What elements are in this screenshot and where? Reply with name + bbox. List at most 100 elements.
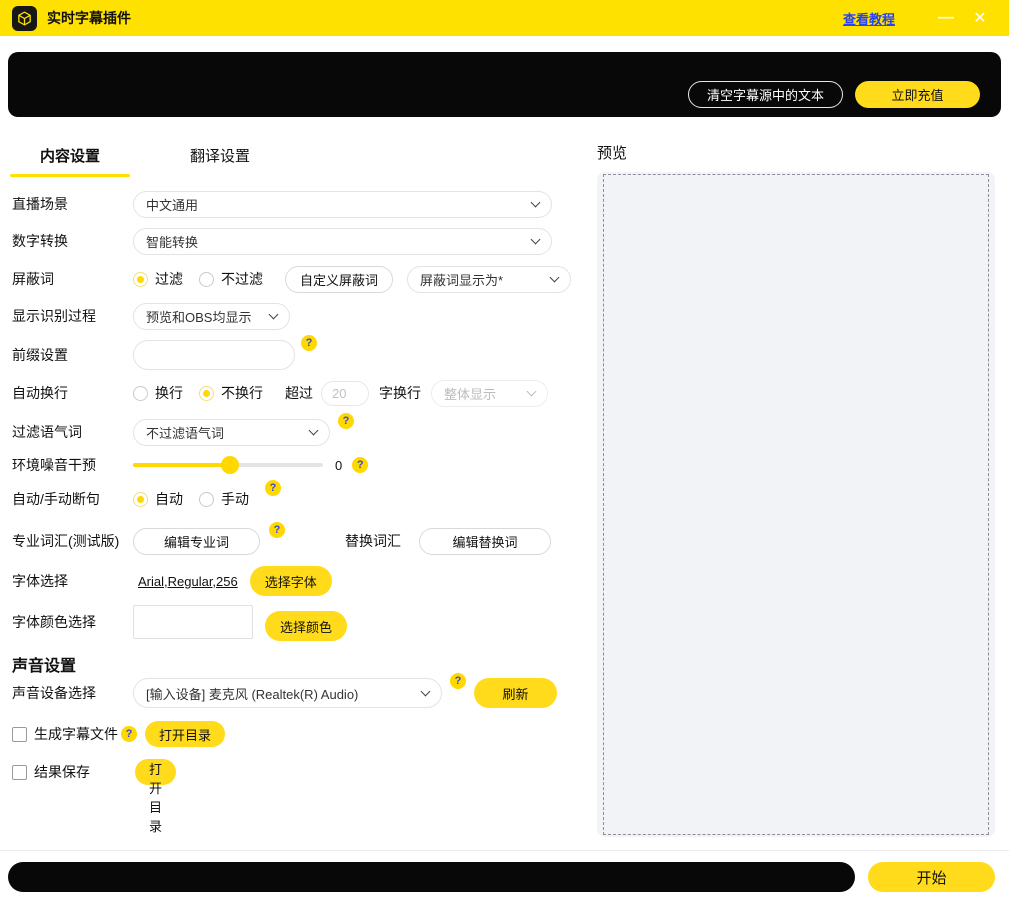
- row-punctuation: 自动/手动断句 自动 手动 ?: [12, 485, 281, 513]
- result-save-checkbox[interactable]: [12, 765, 27, 780]
- row-live-scene: 直播场景 中文通用: [12, 190, 552, 218]
- number-convert-select[interactable]: 智能转换: [133, 228, 552, 255]
- radio-filter[interactable]: 过滤: [133, 269, 183, 289]
- subtitle-source-banner: 清空字幕源中的文本 立即充值: [8, 52, 1001, 117]
- pro-words-label: 专业词汇(测试版): [12, 531, 133, 551]
- exceed-label: 超过: [285, 383, 313, 403]
- blocked-words-label: 屏蔽词: [12, 269, 133, 289]
- radio-auto[interactable]: 自动: [133, 489, 183, 509]
- filler-words-value: 不过滤语气词: [146, 423, 224, 442]
- sound-section-title: 声音设置: [12, 652, 76, 676]
- prefix-input[interactable]: [133, 340, 295, 370]
- help-icon[interactable]: ?: [352, 457, 368, 473]
- radio-wrap[interactable]: 换行: [133, 383, 183, 403]
- wrap-suffix-label: 字换行: [379, 383, 421, 403]
- tab-content-settings[interactable]: 内容设置: [10, 145, 130, 166]
- help-icon[interactable]: ?: [338, 413, 354, 429]
- font-color-input[interactable]: [133, 605, 253, 639]
- wrap-count-input[interactable]: [321, 381, 369, 406]
- radio-button-icon[interactable]: [133, 272, 148, 287]
- subtitle-file-checkbox[interactable]: [12, 727, 27, 742]
- show-process-select[interactable]: 预览和OBS均显示: [133, 303, 290, 330]
- punctuation-label: 自动/手动断句: [12, 489, 133, 509]
- row-show-process: 显示识别过程 预览和OBS均显示: [12, 302, 290, 330]
- row-font-select: 字体选择 Arial,Regular,256 选择字体: [12, 566, 332, 596]
- wrap-mode-select[interactable]: 整体显示: [431, 380, 548, 407]
- help-icon[interactable]: ?: [121, 726, 137, 742]
- chevron-down-icon: [309, 425, 319, 435]
- row-pro-words: 专业词汇(测试版) 编辑专业词 ? 替换词汇 编辑替换词: [12, 527, 551, 555]
- number-convert-value: 智能转换: [146, 232, 198, 251]
- row-noise: 环境噪音干预 0 ?: [12, 451, 368, 479]
- radio-button-icon[interactable]: [199, 386, 214, 401]
- help-icon[interactable]: ?: [450, 673, 466, 689]
- titlebar: 实时字幕插件 查看教程 — ✕: [0, 0, 1009, 36]
- help-icon[interactable]: ?: [265, 480, 281, 496]
- radio-manual-label: 手动: [221, 489, 249, 509]
- footer-divider: [0, 850, 1009, 851]
- preview-dashed-border: [603, 174, 989, 835]
- subtitle-file-label: 生成字幕文件: [34, 724, 118, 744]
- active-tab-underline: [10, 174, 130, 177]
- settings-tabs: 内容设置 翻译设置: [0, 145, 560, 178]
- tab-translate-settings[interactable]: 翻译设置: [160, 145, 280, 166]
- blocked-words-display-select[interactable]: 屏蔽词显示为*: [407, 266, 571, 293]
- chevron-down-icon: [531, 234, 541, 244]
- sound-device-select[interactable]: [输入设备] 麦克风 (Realtek(R) Audio): [133, 678, 442, 708]
- number-convert-label: 数字转换: [12, 231, 133, 251]
- choose-color-button[interactable]: 选择颜色: [265, 611, 347, 641]
- help-icon[interactable]: ?: [301, 335, 317, 351]
- noise-slider[interactable]: [133, 456, 323, 474]
- radio-button-icon[interactable]: [133, 386, 148, 401]
- radio-no-filter[interactable]: 不过滤: [199, 269, 263, 289]
- radio-manual[interactable]: 手动: [199, 489, 249, 509]
- edit-replace-words-button[interactable]: 编辑替换词: [419, 528, 551, 555]
- row-blocked-words: 屏蔽词 过滤 不过滤 自定义屏蔽词 屏蔽词显示为*: [12, 265, 571, 293]
- minimize-button[interactable]: —: [929, 0, 963, 36]
- radio-button-icon[interactable]: [199, 492, 214, 507]
- sound-device-label: 声音设备选择: [12, 683, 133, 703]
- row-filler-words: 过滤语气词 不过滤语气词 ?: [12, 418, 354, 446]
- recharge-button[interactable]: 立即充值: [855, 81, 980, 108]
- chevron-down-icon: [421, 686, 431, 696]
- chevron-down-icon: [269, 309, 279, 319]
- cube-logo-icon: [16, 10, 33, 27]
- start-button[interactable]: 开始: [868, 862, 995, 892]
- auto-wrap-label: 自动换行: [12, 383, 133, 403]
- current-font-link[interactable]: Arial,Regular,256: [138, 574, 238, 589]
- choose-font-button[interactable]: 选择字体: [250, 566, 332, 596]
- result-save-label: 结果保存: [34, 762, 90, 782]
- radio-button-icon[interactable]: [133, 492, 148, 507]
- status-bar: [8, 862, 855, 892]
- filler-words-select[interactable]: 不过滤语气词: [133, 419, 330, 446]
- tutorial-link[interactable]: 查看教程: [843, 9, 895, 28]
- row-auto-wrap: 自动换行 换行 不换行 超过 字换行 整体显示: [12, 379, 548, 407]
- radio-no-wrap-label: 不换行: [221, 383, 263, 403]
- row-font-color: 字体颜色选择 选择颜色: [12, 605, 347, 639]
- live-scene-value: 中文通用: [146, 195, 198, 214]
- radio-no-wrap[interactable]: 不换行: [199, 383, 263, 403]
- radio-button-icon[interactable]: [199, 272, 214, 287]
- live-scene-label: 直播场景: [12, 194, 133, 214]
- help-icon[interactable]: ?: [269, 522, 285, 538]
- edit-pro-words-button[interactable]: 编辑专业词: [133, 528, 260, 555]
- close-button[interactable]: ✕: [963, 0, 997, 36]
- chevron-down-icon: [527, 386, 537, 396]
- custom-blocked-words-button[interactable]: 自定义屏蔽词: [285, 266, 393, 293]
- radio-no-filter-label: 不过滤: [221, 269, 263, 289]
- app-window: 实时字幕插件 查看教程 — ✕ 清空字幕源中的文本 立即充值 内容设置 翻译设置…: [0, 0, 1009, 903]
- chevron-down-icon: [531, 197, 541, 207]
- prefix-label: 前缀设置: [12, 345, 133, 365]
- row-subtitle-file: 生成字幕文件 ? 打开目录: [12, 720, 225, 748]
- open-subtitle-dir-button[interactable]: 打开目录: [145, 721, 225, 747]
- slider-thumb[interactable]: [221, 456, 239, 474]
- radio-auto-label: 自动: [155, 489, 183, 509]
- slider-fill: [133, 463, 230, 467]
- open-result-dir-button[interactable]: 打开目录: [135, 759, 176, 785]
- refresh-device-button[interactable]: 刷新: [474, 678, 557, 708]
- app-logo: [12, 6, 37, 31]
- replace-words-label: 替换词汇: [345, 531, 401, 551]
- live-scene-select[interactable]: 中文通用: [133, 191, 552, 218]
- blocked-words-display-value: 屏蔽词显示为*: [420, 270, 503, 289]
- clear-subtitle-text-button[interactable]: 清空字幕源中的文本: [688, 81, 843, 108]
